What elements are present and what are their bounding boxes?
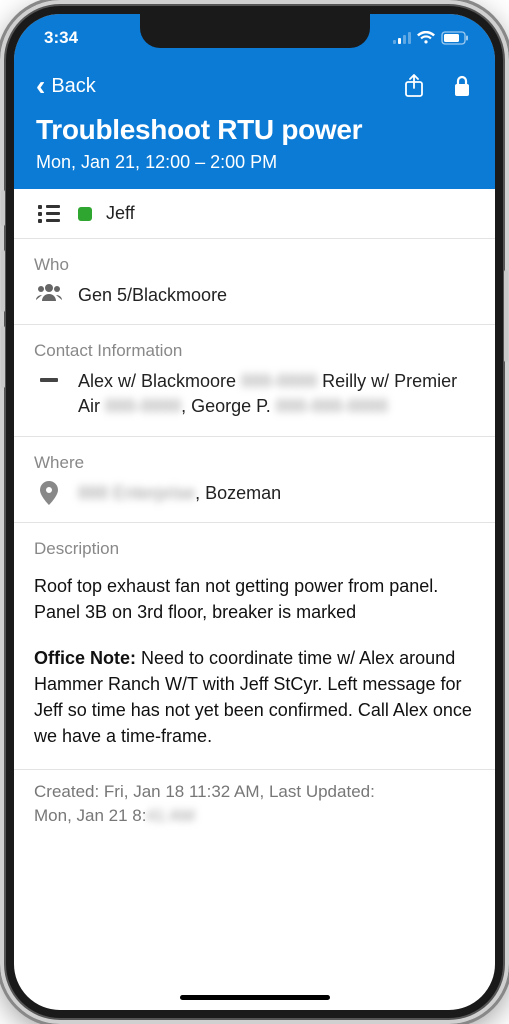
status-bar: 3:34 (14, 14, 495, 62)
back-button[interactable]: ‹ Back (36, 72, 96, 100)
who-value: Gen 5/Blackmoore (78, 283, 475, 308)
contact-label: Contact Information (14, 325, 495, 369)
assignee-color-icon (78, 207, 92, 221)
page-datetime: Mon, Jan 21, 12:00 – 2:00 PM (36, 152, 473, 173)
lock-icon[interactable] (451, 74, 473, 98)
status-time: 3:34 (44, 28, 78, 48)
redacted-text: 888-8888 (241, 371, 317, 391)
where-label: Where (14, 437, 495, 481)
who-label: Who (14, 239, 495, 283)
contact-row[interactable]: Alex w/ Blackmoore 888-8888 Reilly w/ Pr… (14, 369, 495, 436)
battery-icon (441, 31, 469, 45)
assignee-row[interactable]: Jeff (14, 189, 495, 239)
office-note-label: Office Note: (34, 648, 136, 668)
wifi-icon (417, 31, 435, 45)
mute-switch (1, 190, 5, 226)
where-value: 888 Enterprise, Bozeman (78, 481, 475, 506)
power-button (504, 270, 508, 362)
volume-down-button (1, 326, 5, 388)
minus-icon (34, 369, 64, 382)
content-scroll[interactable]: Jeff Who Gen 5/Blackmoore Contact Inform… (14, 189, 495, 1010)
redacted-text: 888 Enterprise (78, 483, 195, 503)
volume-up-button (1, 250, 5, 312)
record-meta: Created: Fri, Jan 18 11:32 AM, Last Upda… (14, 769, 495, 828)
people-icon (34, 283, 64, 301)
assignee-name: Jeff (106, 203, 135, 224)
back-label: Back (51, 75, 95, 98)
description-label: Description (14, 523, 495, 567)
where-row[interactable]: 888 Enterprise, Bozeman (14, 481, 495, 523)
redacted-text: 41 AM (146, 806, 194, 825)
redacted-text: 888-888-8888 (276, 396, 388, 416)
app-screen: 3:34 ‹ Back (14, 14, 495, 1010)
contact-value: Alex w/ Blackmoore 888-8888 Reilly w/ Pr… (78, 369, 475, 419)
redacted-text: 888-8888 (105, 396, 181, 416)
page-title: Troubleshoot RTU power (36, 114, 473, 146)
page-header: ‹ Back Troubleshoot RTU power Mon, Jan 2… (14, 62, 495, 189)
who-row[interactable]: Gen 5/Blackmoore (14, 283, 495, 325)
description-paragraph: Roof top exhaust fan not getting power f… (34, 573, 475, 625)
office-note: Office Note: Need to coordinate time w/ … (34, 645, 475, 749)
signal-icon (393, 32, 411, 44)
list-icon (34, 205, 64, 223)
chevron-left-icon: ‹ (36, 72, 45, 100)
status-indicators (393, 31, 469, 45)
share-icon[interactable] (403, 74, 425, 98)
pin-icon (34, 481, 64, 505)
description-body: Roof top exhaust fan not getting power f… (14, 567, 495, 750)
